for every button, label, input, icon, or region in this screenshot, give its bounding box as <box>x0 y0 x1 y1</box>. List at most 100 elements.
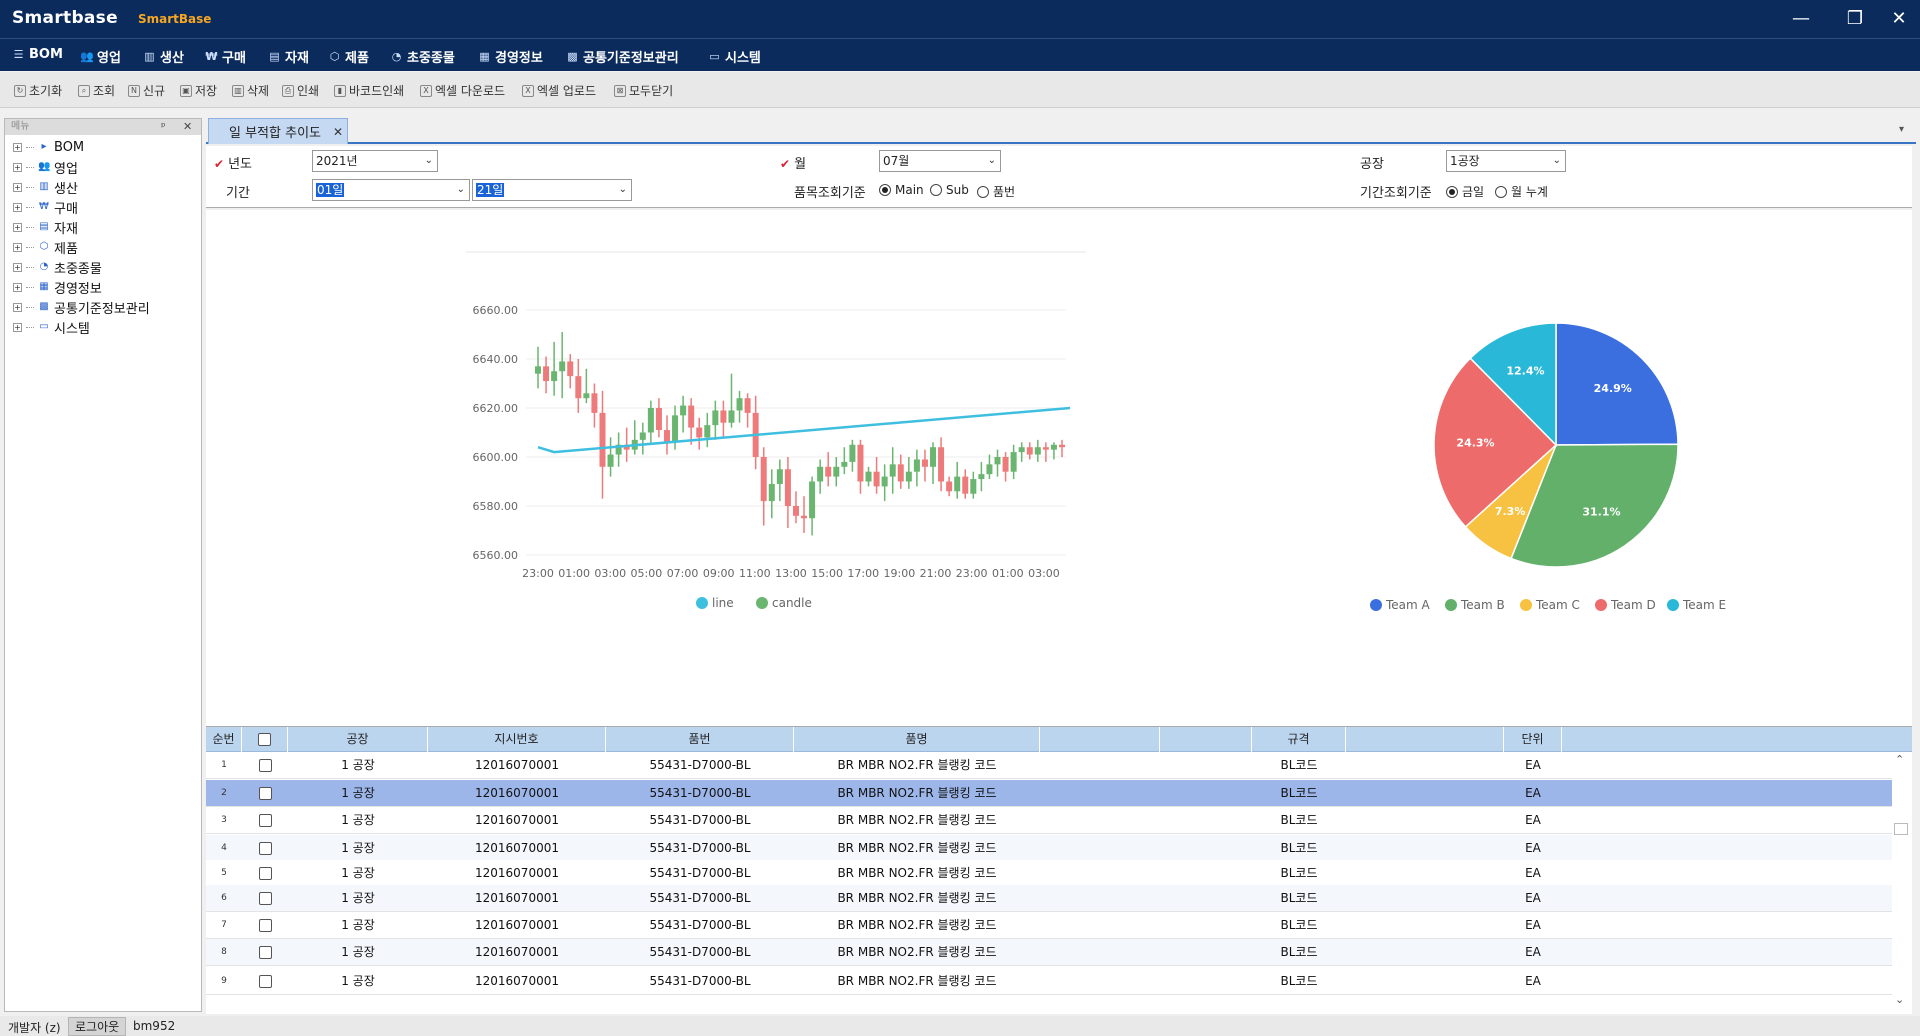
toolbar-button-2[interactable]: N 신규 <box>128 82 165 99</box>
row-checkbox[interactable] <box>258 867 272 880</box>
toolbar-button-7[interactable]: X 엑셀 다운로드 <box>420 82 505 99</box>
tree-item-9[interactable]: + ▭ 시스템 <box>13 317 90 337</box>
tab-daily-defect-trend[interactable]: 일 부적합 추이도 ✕ <box>208 118 348 144</box>
close-window-button[interactable]: ✕ <box>1882 6 1916 32</box>
factory-select[interactable]: 1공장 ⌄ <box>1446 150 1566 172</box>
row-checkbox-cell[interactable] <box>242 968 288 995</box>
scroll-up-icon[interactable]: ⌃ <box>1895 753 1904 766</box>
main-menu-item-5[interactable]: ⬡ 제품 <box>328 47 369 66</box>
year-select[interactable]: 2021년 ⌄ <box>312 150 438 172</box>
toolbar-button-3[interactable]: ▣ 저장 <box>180 82 217 99</box>
row-checkbox-cell[interactable] <box>242 860 288 887</box>
expand-icon[interactable]: + <box>13 202 22 212</box>
row-checkbox[interactable] <box>258 892 272 905</box>
table-row[interactable]: 7 1 공장 12016070001 55431-D7000-BL BR MBR NO2… <box>206 912 1892 939</box>
period-from-select[interactable]: 01일 ⌄ <box>312 179 470 201</box>
main-menu-item-2[interactable]: ▥ 생산 <box>143 47 184 66</box>
row-checkbox[interactable] <box>258 842 272 855</box>
candle-body <box>1018 447 1025 453</box>
expand-icon[interactable]: + <box>13 182 22 192</box>
toolbar-button-8[interactable]: X 엑셀 업로드 <box>522 82 596 99</box>
tree-item-2[interactable]: + ▥ 생산 <box>13 177 78 197</box>
radio-part-number[interactable]: 품번 <box>977 183 1015 200</box>
table-row[interactable]: 4 1 공장 12016070001 55431-D7000-BL BR MBR NO2… <box>206 835 1892 862</box>
toolbar-button-9[interactable]: ⊠ 모두닫기 <box>614 82 673 99</box>
expand-icon[interactable]: + <box>13 242 22 252</box>
radio-today[interactable]: 금일 <box>1446 183 1484 200</box>
radio-month-cumulative[interactable]: 월 누계 <box>1495 183 1548 200</box>
expand-icon[interactable]: + <box>13 322 22 332</box>
minimize-button[interactable]: — <box>1784 6 1818 32</box>
row-checkbox[interactable] <box>258 759 272 772</box>
select-all-checkbox[interactable] <box>258 733 271 746</box>
row-checkbox-cell[interactable] <box>242 752 288 779</box>
period-to-select[interactable]: 21일 ⌄ <box>472 179 632 201</box>
expand-icon[interactable]: + <box>13 302 22 312</box>
main-menu-item-9[interactable]: ▭ 시스템 <box>708 47 761 66</box>
table-row[interactable]: 8 1 공장 12016070001 55431-D7000-BL BR MBR NO2… <box>206 939 1892 966</box>
tree-item-7[interactable]: + ▦ 경영정보 <box>13 277 102 297</box>
row-checkbox-cell[interactable] <box>242 885 288 912</box>
tree-item-3[interactable]: + ₩ 구매 <box>13 197 78 217</box>
expand-icon[interactable]: + <box>13 262 22 272</box>
tree-item-4[interactable]: + ▤ 자재 <box>13 217 78 237</box>
row-checkbox[interactable] <box>258 787 272 800</box>
row-checkbox[interactable] <box>258 919 272 932</box>
grid-cell: EA <box>1525 758 1541 772</box>
table-row[interactable]: 5 1 공장 12016070001 55431-D7000-BL BR MBR NO2… <box>206 860 1892 887</box>
main-menu-item-0[interactable]: ☰ BOM <box>12 47 63 62</box>
table-row[interactable]: 2 1 공장 12016070001 55431-D7000-BL BR MBR NO2… <box>206 780 1892 807</box>
row-checkbox-cell[interactable] <box>242 807 288 834</box>
expand-icon[interactable]: + <box>13 222 22 232</box>
scroll-down-icon[interactable]: ⌄ <box>1895 993 1904 1006</box>
tree-item-0[interactable]: + ▸ BOM <box>13 137 84 157</box>
pin-icon[interactable]: ᵖ <box>161 119 166 135</box>
tree-item-6[interactable]: + ◔ 초중종물 <box>13 257 102 277</box>
month-select[interactable]: 07월 ⌄ <box>879 150 1001 172</box>
tab-close-icon[interactable]: ✕ <box>333 125 343 139</box>
radio-main[interactable]: Main <box>879 183 924 197</box>
row-checkbox[interactable] <box>258 946 272 959</box>
table-row[interactable]: 6 1 공장 12016070001 55431-D7000-BL BR MBR NO2… <box>206 885 1892 912</box>
toolbar-button-6[interactable]: ▮ 바코드인쇄 <box>334 82 404 99</box>
grid-header-cell-1[interactable] <box>242 727 288 752</box>
main-menu-item-3[interactable]: ₩ 구매 <box>205 47 246 66</box>
candle-body <box>696 427 703 438</box>
table-row[interactable]: 1 1 공장 12016070001 55431-D7000-BL BR MBR NO2… <box>206 752 1892 779</box>
scroll-thumb[interactable] <box>1894 823 1908 835</box>
tab-menu-icon[interactable]: ▾ <box>1899 124 1904 135</box>
table-row[interactable]: 9 1 공장 12016070001 55431-D7000-BL BR MBR NO2… <box>206 968 1892 995</box>
main-menu-item-1[interactable]: 👥 영업 <box>80 47 121 66</box>
radio-sub[interactable]: Sub <box>930 183 969 197</box>
expand-icon[interactable]: + <box>13 142 22 152</box>
main-menu-item-6[interactable]: ◔ 초중종물 <box>390 47 455 66</box>
row-checkbox-cell[interactable] <box>242 912 288 939</box>
logout-button[interactable]: 로그아웃 <box>68 1017 127 1036</box>
toolbar-button-0[interactable]: ↻ 초기화 <box>14 82 62 99</box>
toolbar-button-4[interactable]: ▥ 삭제 <box>232 82 269 99</box>
calendar-icon: ▦ <box>479 50 490 63</box>
tree-item-1[interactable]: + 👥 영업 <box>13 157 78 177</box>
restore-button[interactable]: ❐ <box>1838 6 1872 32</box>
main-menu-label: 시스템 <box>725 51 761 66</box>
vertical-scrollbar[interactable]: ⌃ ⌄ <box>1892 753 1910 1013</box>
close-icon[interactable]: ✕ <box>183 119 192 135</box>
row-checkbox-cell[interactable] <box>242 835 288 862</box>
grid-cell: 12016070001 <box>475 891 559 905</box>
main-menu-item-8[interactable]: ▩ 공통기준정보관리 <box>566 47 678 66</box>
main-menu-item-7[interactable]: ▦ 경영정보 <box>478 47 543 66</box>
row-checkbox[interactable] <box>258 814 272 827</box>
expand-icon[interactable]: + <box>13 162 22 172</box>
row-checkbox-cell[interactable] <box>242 939 288 966</box>
row-checkbox[interactable] <box>258 975 272 988</box>
x-tick-label: 11:00 <box>739 567 771 580</box>
table-row[interactable]: 3 1 공장 12016070001 55431-D7000-BL BR MBR NO2… <box>206 807 1892 834</box>
expand-icon[interactable]: + <box>13 282 22 292</box>
toolbar-button-5[interactable]: ⎙ 인쇄 <box>282 82 319 99</box>
row-checkbox-cell[interactable] <box>242 780 288 807</box>
tree-item-5[interactable]: + ⬡ 제품 <box>13 237 78 257</box>
tree-item-8[interactable]: + ▩ 공통기준정보관리 <box>13 297 150 317</box>
pie-value-label: 24.9% <box>1594 382 1632 395</box>
toolbar-button-1[interactable]: ⌕ 조회 <box>78 82 115 99</box>
main-menu-item-4[interactable]: ▤ 자재 <box>268 47 309 66</box>
